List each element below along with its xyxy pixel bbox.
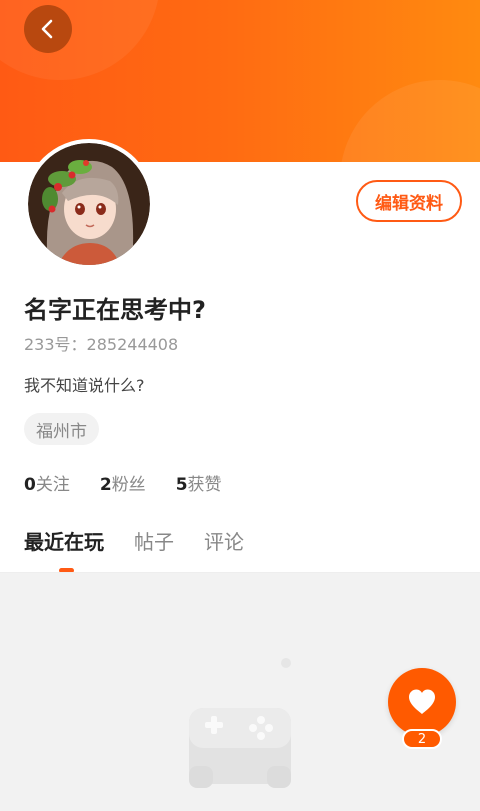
back-button[interactable] [24, 5, 72, 53]
avatar[interactable] [24, 139, 154, 269]
nickname: 名字正在思考中? [24, 296, 206, 324]
stat-label: 获赞 [187, 475, 222, 495]
header-decor [340, 80, 480, 162]
tab-recently-played[interactable]: 最近在玩 [24, 526, 104, 555]
avatar-image [28, 143, 150, 265]
chevron-left-icon [41, 19, 53, 39]
heart-icon [409, 689, 435, 714]
header-decor [0, 0, 160, 80]
location-chip: 福州市 [24, 413, 99, 445]
stat-value: 5 [175, 475, 188, 495]
user-id: 233号：285244408 [24, 335, 179, 354]
like-button[interactable] [388, 668, 456, 736]
bio: 我不知道说什么? [24, 376, 145, 395]
edit-profile-button[interactable]: 编辑资料 [356, 180, 462, 222]
stat-value: 0 [24, 475, 36, 495]
location-label: 福州市 [36, 421, 87, 442]
stat-following[interactable]: 0关注 [24, 470, 70, 495]
tab-bar: 最近在玩 帖子 评论 [24, 526, 244, 555]
gamepad-icon [189, 658, 291, 788]
stat-value: 2 [99, 475, 112, 495]
stat-followers[interactable]: 2粉丝 [100, 470, 146, 495]
tab-posts[interactable]: 帖子 [134, 526, 174, 555]
like-count-badge: 2 [402, 729, 442, 749]
stat-label: 关注 [35, 475, 70, 495]
stats-row: 0关注 2粉丝 5获赞 [24, 470, 222, 495]
stat-likes[interactable]: 5获赞 [176, 470, 222, 495]
header-banner [0, 0, 480, 162]
stat-label: 粉丝 [111, 475, 146, 495]
tab-comments[interactable]: 评论 [204, 526, 244, 555]
